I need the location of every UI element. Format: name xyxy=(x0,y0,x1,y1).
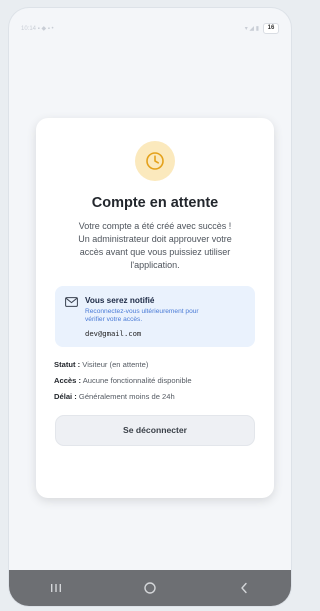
status-bar: 10:14 ▪ ◆ ▪ • ▾ ◢ ▮ 16 xyxy=(9,8,291,48)
notice-text: Reconnectez-vous ultérieurement pour vér… xyxy=(85,308,199,324)
info-label: Statut : xyxy=(54,359,81,369)
account-info: Statut : Visiteur (en attente) Accès : A… xyxy=(54,359,255,401)
notification-box: Vous serez notifié Reconnectez-vous ulté… xyxy=(55,286,255,347)
status-bar-left: 10:14 ▪ ◆ ▪ • xyxy=(21,25,54,32)
back-button[interactable] xyxy=(224,576,264,600)
system-nav-bar xyxy=(9,570,291,606)
back-icon xyxy=(241,582,247,594)
info-value: Généralement moins de 24h xyxy=(76,391,175,401)
description-text: Votre compte a été créé avec succès ! Un… xyxy=(78,221,232,270)
home-icon xyxy=(144,582,156,594)
info-row-delay: Délai : Généralement moins de 24h xyxy=(54,391,255,401)
status-bar-right: ▾ ◢ ▮ 16 xyxy=(244,22,279,34)
battery-icon: 16 xyxy=(263,22,279,34)
logout-button[interactable]: Se déconnecter xyxy=(55,414,255,446)
phone-screen: 10:14 ▪ ◆ ▪ • ▾ ◢ ▮ 16 Compte en attente… xyxy=(9,8,291,606)
info-row-status: Statut : Visiteur (en attente) xyxy=(54,359,255,369)
info-label: Accès : xyxy=(54,375,82,385)
info-row-access: Accès : Aucune fonctionnalité disponible xyxy=(54,375,255,385)
pending-account-card: Compte en attente Votre compte a été cré… xyxy=(36,118,274,498)
mail-icon xyxy=(65,297,78,307)
home-button[interactable] xyxy=(130,576,170,600)
user-email: dev@gmail.com xyxy=(85,328,142,338)
clock-badge xyxy=(135,141,175,181)
info-value: Visiteur (en attente) xyxy=(80,359,149,369)
clock-icon xyxy=(146,152,164,170)
info-label: Délai : xyxy=(54,391,77,401)
info-value: Aucune fonctionnalité disponible xyxy=(81,375,192,385)
recent-apps-button[interactable] xyxy=(36,576,76,600)
page-title: Compte en attente xyxy=(91,195,219,211)
notice-title: Vous serez notifié xyxy=(85,296,155,305)
recent-apps-icon xyxy=(51,584,61,592)
signal-icons: ▾ ◢ ▮ xyxy=(244,25,259,32)
